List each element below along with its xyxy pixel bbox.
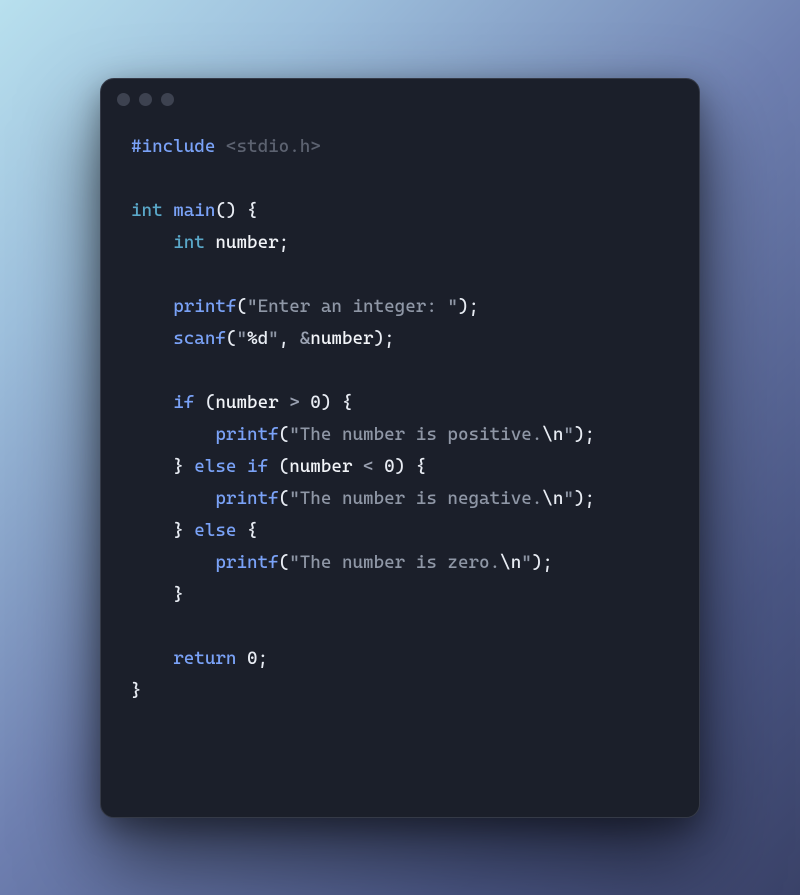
code-block: #include <stdio.h> int main() { int numb… [131,131,669,708]
code-window: #include <stdio.h> int main() { int numb… [100,78,700,818]
window-control-close-icon[interactable] [117,93,130,106]
code-area: #include <stdio.h> int main() { int numb… [101,121,699,738]
window-control-zoom-icon[interactable] [161,93,174,106]
window-titlebar [101,79,699,121]
window-control-minimize-icon[interactable] [139,93,152,106]
stage: #include <stdio.h> int main() { int numb… [0,0,800,895]
